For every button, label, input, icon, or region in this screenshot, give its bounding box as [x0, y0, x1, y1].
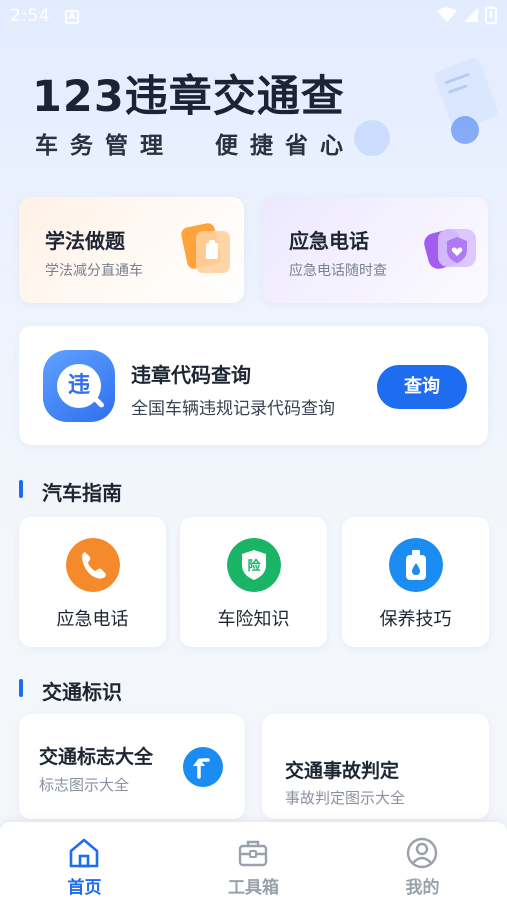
phone-icon	[66, 538, 120, 592]
tab-toolbox[interactable]: 工具箱	[169, 822, 338, 903]
car-guide-heading: 汽车指南	[42, 481, 122, 505]
study-card-title: 学法做题	[45, 229, 125, 253]
svg-text:险: 险	[247, 558, 261, 574]
guide-item-label: 保养技巧	[379, 609, 452, 630]
turn-arrow-icon	[183, 747, 223, 787]
status-time: 2:54	[10, 6, 51, 26]
section-marker	[19, 679, 23, 697]
guide-item-maintenance[interactable]: 保养技巧	[342, 517, 489, 647]
document-illustration-icon	[434, 58, 498, 144]
traffic-signs-encyclopedia-card[interactable]: 交通标志大全 标志图示大全	[19, 714, 245, 819]
violation-code-subtitle: 全国车辆违规记录代码查询	[131, 399, 335, 419]
emergency-card-subtitle: 应急电话随时查	[289, 263, 387, 279]
app-title: 123违章交通查	[32, 72, 345, 122]
guide-item-emergency-phone[interactable]: 应急电话	[19, 517, 166, 647]
section-marker	[19, 480, 23, 498]
violation-code-card[interactable]: 违 违章代码查询 全国车辆违规记录代码查询 查询	[19, 326, 488, 445]
tab-home-label: 首页	[67, 878, 102, 898]
exam-document-icon	[181, 223, 230, 273]
traffic-signs-heading: 交通标识	[42, 680, 122, 704]
accident-judgment-title: 交通事故判定	[285, 760, 400, 782]
traffic-signs-title: 交通标志大全	[39, 746, 154, 768]
violation-code-title: 违章代码查询	[131, 363, 251, 387]
signal-icon	[464, 8, 478, 22]
tab-mine-label: 我的	[405, 878, 440, 898]
study-card[interactable]: 学法做题 学法减分直通车	[19, 197, 244, 303]
guide-item-insurance[interactable]: 险 车险知识	[180, 517, 327, 647]
bottom-tab-bar: 首页 工具箱 我的	[0, 822, 507, 903]
notification-icon: A	[65, 10, 79, 24]
emergency-phone-card[interactable]: 应急电话 应急电话随时查	[263, 197, 488, 303]
insurance-shield-icon: 险	[227, 538, 281, 592]
decor-bubble-icon	[354, 120, 390, 156]
tab-mine[interactable]: 我的	[338, 822, 507, 903]
home-icon	[69, 838, 99, 868]
study-card-subtitle: 学法减分直通车	[45, 263, 143, 279]
accident-judgment-subtitle: 事故判定图示大全	[285, 789, 406, 807]
toolbox-icon	[238, 840, 268, 867]
guide-item-label: 应急电话	[56, 609, 129, 630]
violation-search-icon: 违	[43, 350, 115, 422]
guide-item-label: 车险知识	[217, 609, 290, 630]
user-icon	[406, 837, 438, 869]
app-slogan: 车务管理 便捷省心	[35, 133, 356, 159]
status-bar: 2:54 A	[0, 0, 507, 34]
accident-judgment-card[interactable]: 交通事故判定 事故判定图示大全	[262, 714, 489, 819]
status-icons	[437, 6, 497, 24]
shield-heart-icon	[424, 229, 476, 269]
traffic-signs-subtitle: 标志图示大全	[39, 776, 130, 794]
oil-bottle-icon	[389, 538, 443, 592]
tab-home[interactable]: 首页	[0, 822, 169, 903]
emergency-card-title: 应急电话	[289, 229, 369, 253]
tab-toolbox-label: 工具箱	[228, 878, 279, 898]
query-button[interactable]: 查询	[377, 365, 467, 409]
wifi-icon	[437, 7, 457, 22]
battery-icon	[485, 6, 497, 24]
